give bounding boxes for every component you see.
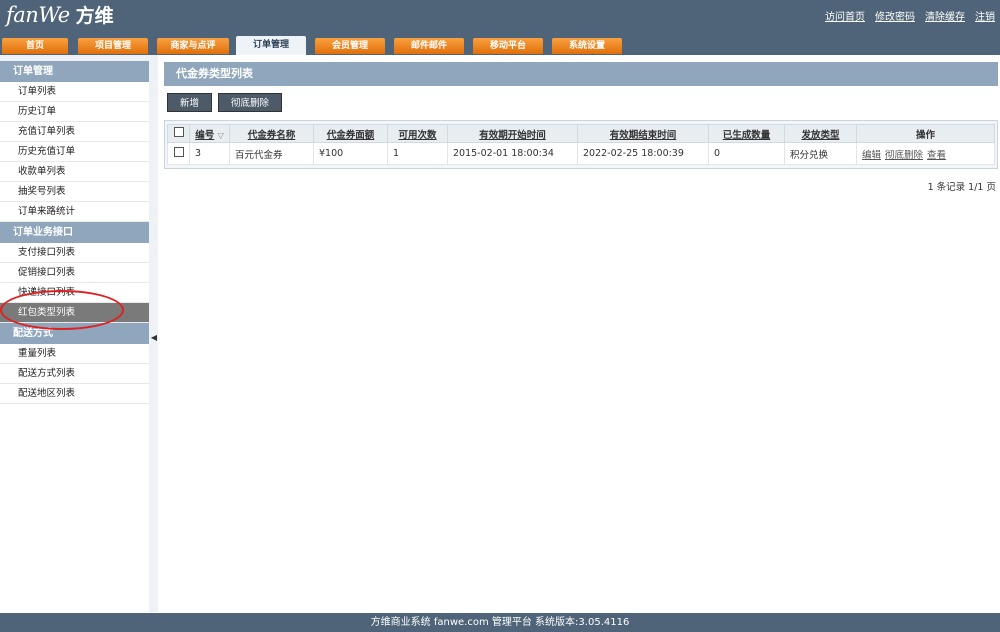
top-links: 访问首页 修改密码 清除缓存 注销 [825,8,995,23]
sidebar-group-title[interactable]: 订单管理 [0,61,149,82]
sidebar-item-receipts[interactable]: 收款单列表 [0,162,149,182]
tab-members[interactable]: 会员管理 [315,38,385,54]
sidebar-item-delivery-methods[interactable]: 配送方式列表 [0,364,149,384]
sidebar-item-payment[interactable]: 支付接口列表 [0,243,149,263]
header-end[interactable]: 有效期结束时间 [577,124,709,143]
cell-type: 积分兑换 [784,142,857,165]
delete-link[interactable]: 彻底删除 [885,150,923,161]
header-actions: 操作 [856,124,995,143]
sidebar-group-title[interactable]: 配送方式 [0,323,149,344]
edit-link[interactable]: 编辑 [862,150,881,161]
header-start-label[interactable]: 有效期开始时间 [479,130,546,141]
cell-generated: 0 [708,142,785,165]
add-button[interactable]: 新增 [167,93,213,112]
cell-name: 百元代金券 [229,142,314,165]
logo-en: fanWe [6,3,70,27]
sidebar-item-weight[interactable]: 重量列表 [0,344,149,364]
header-end-label[interactable]: 有效期结束时间 [610,130,677,141]
header-generated[interactable]: 已生成数量 [708,124,785,143]
header-id[interactable]: 编号 ▽ [189,124,230,143]
header-start[interactable]: 有效期开始时间 [447,124,578,143]
select-all-checkbox[interactable] [173,127,184,137]
toolbar: 新增 彻底删除 [164,93,998,112]
sidebar: 订单管理 订单列表 历史订单 充值订单列表 历史充值订单 收款单列表 抽奖号列表… [0,61,149,612]
sidebar-item-order-list[interactable]: 订单列表 [0,82,149,102]
tab-orders[interactable]: 订单管理 [236,36,306,55]
header-type[interactable]: 发放类型 [784,124,857,143]
sidebar-item-order-source[interactable]: 订单来路统计 [0,202,149,222]
sidebar-collapse-icon[interactable]: ◀ [150,318,158,358]
top-header: fanWe 方维 访问首页 修改密码 清除缓存 注销 首页 项目管理 商家与点评… [0,0,1000,55]
header-amount-label[interactable]: 代金券面额 [327,130,375,141]
tab-home[interactable]: 首页 [2,38,68,54]
link-logout[interactable]: 注销 [975,8,995,23]
header-uses-label[interactable]: 可用次数 [398,130,436,141]
row-checkbox[interactable] [173,147,184,157]
row-select-cell[interactable] [167,142,190,165]
cell-end: 2022-02-25 18:00:39 [577,142,709,165]
cell-actions: 编辑 彻底删除 查看 [856,142,995,165]
sidebar-item-history-orders[interactable]: 历史订单 [0,102,149,122]
sort-icon[interactable]: ▽ [218,131,224,140]
header-amount[interactable]: 代金券面额 [313,124,388,143]
link-change-password[interactable]: 修改密码 [875,8,915,23]
main-content: 代金券类型列表 新增 彻底删除 编号 ▽ 代金券名称 代金券面额 可用次数 有效… [164,62,998,193]
table-header-row: 编号 ▽ 代金券名称 代金券面额 可用次数 有效期开始时间 有效期结束时间 已生… [167,124,995,143]
link-home[interactable]: 访问首页 [825,8,865,23]
cell-uses: 1 [387,142,448,165]
sidebar-item-history-recharge[interactable]: 历史充值订单 [0,142,149,162]
page-title: 代金券类型列表 [164,62,998,86]
tab-projects[interactable]: 项目管理 [78,38,148,54]
select-all-header[interactable] [167,124,190,143]
tab-system[interactable]: 系统设置 [552,38,622,54]
sidebar-item-recharge-orders[interactable]: 充值订单列表 [0,122,149,142]
table-row: 3 百元代金券 ¥100 1 2015-02-01 18:00:34 2022-… [167,142,995,165]
cell-start: 2015-02-01 18:00:34 [447,142,578,165]
header-uses[interactable]: 可用次数 [387,124,448,143]
pager: 1 条记录 1/1 页 [927,182,996,193]
delete-button[interactable]: 彻底删除 [218,93,283,112]
header-name-label[interactable]: 代金券名称 [248,130,296,141]
header-type-label[interactable]: 发放类型 [801,130,839,141]
tab-merchants[interactable]: 商家与点评 [157,38,229,54]
cell-amount: ¥100 [313,142,388,165]
sidebar-group-title[interactable]: 订单业务接口 [0,222,149,243]
main-nav: 首页 项目管理 商家与点评 订单管理 会员管理 邮件邮件 移动平台 系统设置 [0,36,1000,56]
sidebar-item-promotion[interactable]: 促销接口列表 [0,263,149,283]
view-link[interactable]: 查看 [927,150,946,161]
header-generated-label[interactable]: 已生成数量 [723,130,771,141]
tab-mail[interactable]: 邮件邮件 [394,38,464,54]
voucher-table: 编号 ▽ 代金券名称 代金券面额 可用次数 有效期开始时间 有效期结束时间 已生… [167,124,995,165]
header-name[interactable]: 代金券名称 [229,124,314,143]
table-container: 编号 ▽ 代金券名称 代金券面额 可用次数 有效期开始时间 有效期结束时间 已生… [164,120,998,169]
cell-id: 3 [189,142,230,165]
logo-cn: 方维 [75,5,114,27]
sidebar-item-express[interactable]: 快递接口列表 [0,283,149,303]
tab-mobile[interactable]: 移动平台 [473,38,543,54]
header-id-label[interactable]: 编号 [195,130,214,141]
sidebar-item-lottery[interactable]: 抽奖号列表 [0,182,149,202]
link-clear-cache[interactable]: 清除缓存 [925,8,965,23]
sidebar-item-delivery-regions[interactable]: 配送地区列表 [0,384,149,404]
logo: fanWe 方维 [6,1,114,31]
sidebar-item-voucher-types[interactable]: 红包类型列表 [0,303,149,323]
footer: 方维商业系统 fanwe.com 管理平台 系统版本:3.05.4116 [0,613,1000,632]
